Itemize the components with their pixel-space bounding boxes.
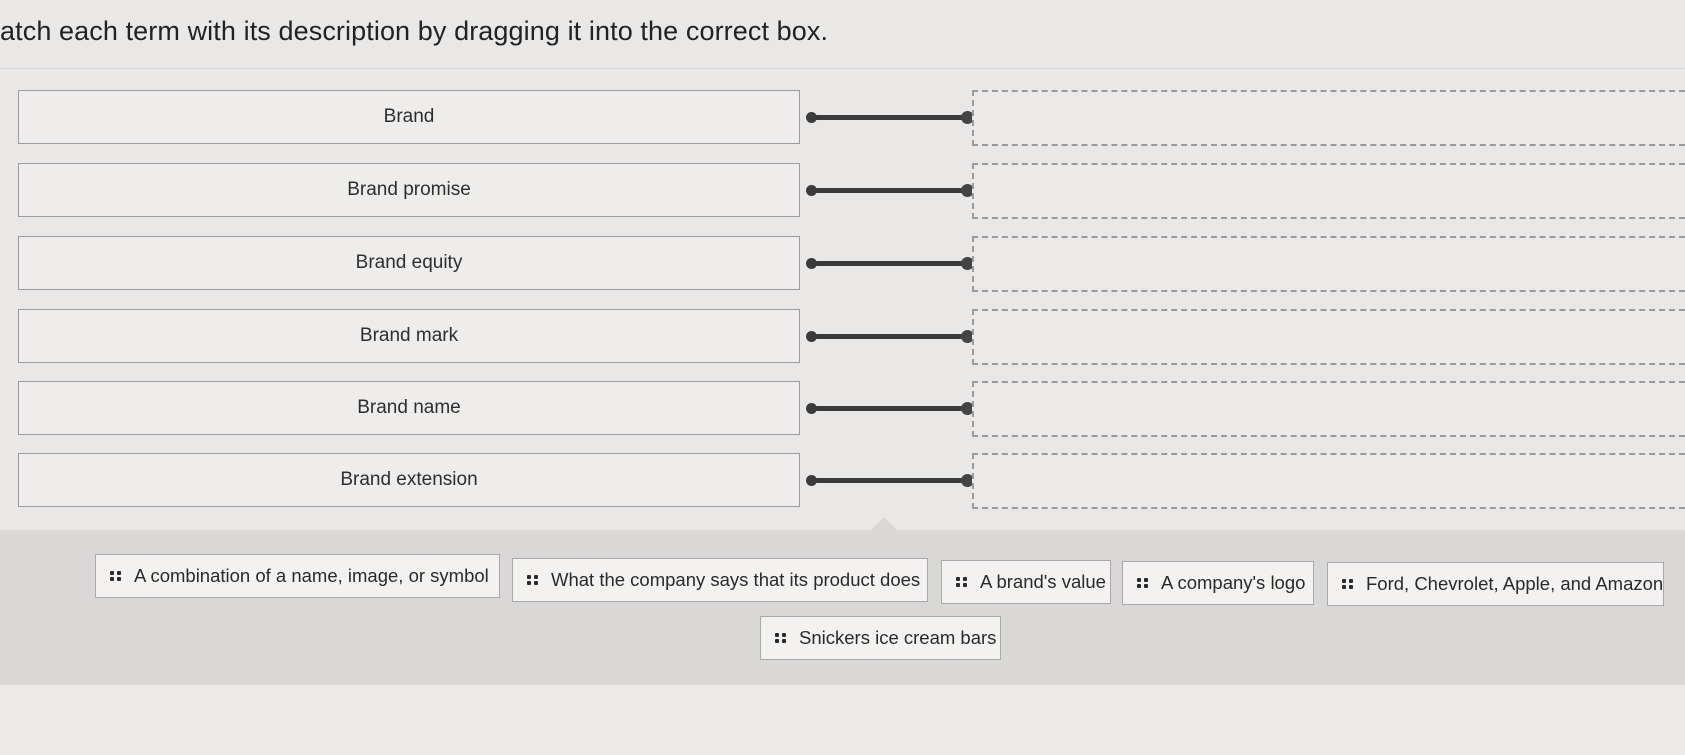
- drop-zone-brand[interactable]: [972, 90, 1685, 146]
- instruction-text: atch each term with its description by d…: [0, 16, 829, 46]
- drop-zone-brand-equity[interactable]: [972, 236, 1685, 292]
- answer-chip-label: A combination of a name, image, or symbo…: [134, 565, 489, 586]
- match-row: Brand name: [0, 381, 1685, 437]
- drop-zone-brand-promise[interactable]: [972, 163, 1685, 219]
- term-brand-name: Brand name: [18, 381, 800, 435]
- term-brand: Brand: [18, 90, 800, 144]
- page-footer-space: [0, 685, 1685, 755]
- answer-chip-label: A brand's value: [980, 571, 1106, 592]
- answer-chip-combination[interactable]: A combination of a name, image, or symbo…: [95, 554, 500, 598]
- drag-handle-icon[interactable]: [1137, 578, 1149, 588]
- connector-line: [812, 478, 966, 483]
- drag-handle-icon[interactable]: [956, 577, 968, 587]
- connector: [806, 329, 974, 345]
- connector-dot: [806, 185, 817, 196]
- connector-dot: [806, 331, 817, 342]
- connector-line: [812, 334, 966, 339]
- drop-zone-brand-extension[interactable]: [972, 453, 1685, 509]
- connector: [806, 401, 974, 417]
- connector: [806, 183, 974, 199]
- connector-line: [812, 261, 966, 266]
- term-brand-promise: Brand promise: [18, 163, 800, 217]
- term-brand-equity: Brand equity: [18, 236, 800, 290]
- term-brand-mark: Brand mark: [18, 309, 800, 363]
- answer-chip-examples[interactable]: Ford, Chevrolet, Apple, and Amazon: [1327, 562, 1664, 606]
- match-row: Brand extension: [0, 453, 1685, 509]
- answer-chip-label: Ford, Chevrolet, Apple, and Amazon: [1366, 573, 1664, 594]
- connector-dot: [806, 475, 817, 486]
- answer-chip-snickers[interactable]: Snickers ice cream bars: [760, 616, 1001, 660]
- answer-chip-label: What the company says that its product d…: [551, 569, 921, 590]
- connector: [806, 110, 974, 126]
- drag-handle-icon[interactable]: [775, 633, 787, 643]
- answer-chip-label: A company's logo: [1161, 572, 1306, 593]
- divider: [0, 68, 1685, 69]
- answer-bank: A combination of a name, image, or symbo…: [0, 517, 1685, 685]
- answer-chip-company-says[interactable]: What the company says that its product d…: [512, 558, 928, 602]
- match-row: Brand equity: [0, 236, 1685, 292]
- drag-handle-icon[interactable]: [110, 571, 122, 581]
- connector-line: [812, 115, 966, 120]
- answer-chip-company-logo[interactable]: A company's logo: [1122, 561, 1314, 605]
- connector-line: [812, 188, 966, 193]
- drag-handle-icon[interactable]: [527, 575, 539, 585]
- bank-pointer: [870, 517, 898, 531]
- drop-zone-brand-mark[interactable]: [972, 309, 1685, 365]
- match-row: Brand mark: [0, 309, 1685, 365]
- match-row: Brand: [0, 90, 1685, 146]
- match-row: Brand promise: [0, 163, 1685, 219]
- drag-handle-icon[interactable]: [1342, 579, 1354, 589]
- connector-dot: [806, 403, 817, 414]
- connector: [806, 473, 974, 489]
- matching-area: Brand Brand promise Brand equity Brand m…: [0, 70, 1685, 530]
- answer-chip-brand-value[interactable]: A brand's value: [941, 560, 1111, 604]
- term-brand-extension: Brand extension: [18, 453, 800, 507]
- connector-dot: [806, 258, 817, 269]
- answer-chip-label: Snickers ice cream bars: [799, 627, 997, 648]
- connector: [806, 256, 974, 272]
- connector-dot: [806, 112, 817, 123]
- connector-line: [812, 406, 966, 411]
- drop-zone-brand-name[interactable]: [972, 381, 1685, 437]
